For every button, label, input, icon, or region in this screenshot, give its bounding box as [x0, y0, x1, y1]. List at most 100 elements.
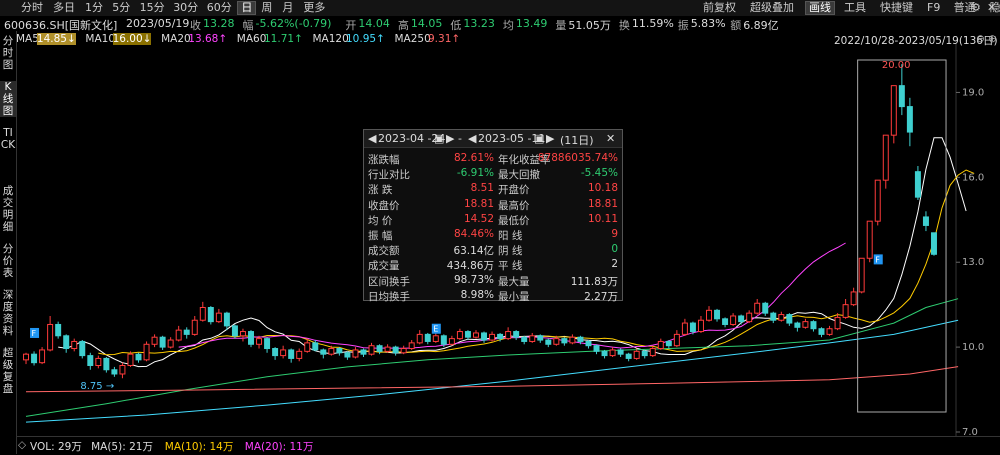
candle-body: [183, 329, 190, 335]
quote-label: 振: [677, 19, 689, 32]
quote-date: 2023/05/19: [126, 17, 190, 30]
candle: [167, 337, 174, 349]
candle: [513, 330, 520, 341]
stat-value: 0: [611, 243, 618, 256]
toolbar-button[interactable]: 超级叠加: [747, 1, 797, 15]
period-tab[interactable]: 月: [279, 1, 296, 15]
candle: [239, 328, 246, 342]
close-icon[interactable]: ✕: [984, 1, 999, 15]
candle: [810, 320, 817, 332]
toolbar-button[interactable]: 工具: [841, 1, 869, 15]
stat-value: 63.14亿: [453, 245, 494, 258]
candle: [818, 327, 825, 338]
side-tab[interactable]: K线图: [0, 81, 16, 117]
stat-value: 434.86万: [446, 260, 494, 273]
period-tab[interactable]: 60分: [204, 1, 235, 15]
settings-icon[interactable]: ⚙: [968, 1, 984, 15]
candle-body: [296, 350, 303, 359]
calendar-icon[interactable]: ▣: [434, 132, 444, 145]
period-tab[interactable]: 多日: [50, 1, 78, 15]
calendar-icon[interactable]: ▣: [534, 132, 544, 145]
stat-value: -6.91%: [456, 167, 494, 180]
stats-row: 涨跌幅 82.61% 年化收益率 87886035.74%: [364, 152, 622, 166]
candle-body: [866, 220, 873, 259]
side-tab[interactable]: 成交明细: [0, 185, 16, 233]
stock-code-name[interactable]: 600636.SH[国新文化]: [4, 17, 117, 33]
close-icon[interactable]: ✕: [606, 132, 615, 145]
stat-label: 收盘价: [368, 199, 400, 212]
candle-body: [79, 340, 86, 357]
candle: [384, 344, 391, 353]
quote-label: 开: [345, 19, 357, 32]
quote-value: 13.49: [515, 17, 548, 30]
side-tab[interactable]: 分价表: [0, 243, 16, 279]
candle: [601, 349, 608, 359]
period-tab[interactable]: 日: [237, 1, 257, 15]
candle-body: [505, 331, 512, 340]
candle-body: [336, 348, 343, 354]
toolbar-button[interactable]: 快捷键: [877, 1, 916, 15]
period-tab[interactable]: 15分: [137, 1, 168, 15]
toolbar-button[interactable]: 前复权: [700, 1, 739, 15]
quote-label: 换: [618, 19, 630, 32]
stat-value: 18.81: [463, 197, 494, 210]
candle: [657, 338, 664, 350]
period-tab[interactable]: 1分: [82, 1, 106, 15]
candle-body: [71, 340, 78, 350]
stat-value: 9: [611, 228, 618, 240]
period-tab[interactable]: 30分: [170, 1, 201, 15]
side-tab[interactable]: 超级复盘: [0, 347, 16, 395]
next-end-icon[interactable]: ▶: [546, 132, 554, 145]
candle: [850, 287, 857, 307]
candle: [898, 64, 905, 116]
candle: [288, 348, 295, 363]
side-tab[interactable]: 深度资料: [0, 289, 16, 337]
range-dash: -: [458, 132, 462, 145]
candle: [874, 179, 881, 226]
prev-end-icon[interactable]: ◀: [468, 132, 476, 145]
candle: [697, 315, 704, 333]
candle-body: [778, 314, 785, 321]
y-tick-label: 19.0: [962, 87, 984, 98]
stat-label: 涨 跌: [368, 184, 393, 197]
candle: [922, 211, 929, 232]
candle-body: [521, 336, 528, 342]
candle-body: [722, 318, 729, 325]
candle: [95, 355, 102, 369]
side-tab[interactable]: 分时图: [0, 35, 16, 71]
candle: [770, 311, 777, 324]
volume-legend: ◇ VOL: 29万 MA(5): 21万 MA(10): 14万 MA(20): 1…: [16, 436, 1000, 455]
period-tab[interactable]: 分时: [18, 1, 46, 15]
candle-body: [304, 342, 311, 352]
y-tick-label: 13.0: [962, 257, 984, 268]
collapse-icon[interactable]: ◇: [18, 439, 26, 451]
next-start-icon[interactable]: ▶: [446, 132, 454, 145]
candle-body: [593, 345, 600, 352]
period-tab[interactable]: 5分: [109, 1, 133, 15]
candle-body: [826, 328, 833, 335]
candle-body: [464, 331, 471, 338]
candle: [505, 327, 512, 341]
candle: [23, 352, 30, 365]
candle-body: [794, 322, 801, 328]
candle-body: [730, 315, 737, 325]
panel-header: ◀ 2023-04 -24 ▣ ▶ - ◀ 2023-05 -11 ▣ ▶ (1…: [364, 130, 622, 148]
candle-body: [288, 349, 295, 359]
toolbar-button[interactable]: 画线: [805, 1, 835, 15]
candle-body: [143, 343, 150, 361]
stat-value: 111.83万: [570, 275, 618, 288]
candle: [746, 310, 753, 324]
candle: [456, 328, 463, 341]
candle: [673, 330, 680, 348]
period-tab[interactable]: 周: [258, 1, 275, 15]
prev-start-icon[interactable]: ◀: [368, 132, 376, 145]
side-tab[interactable]: TICK: [0, 127, 16, 175]
candle: [175, 325, 182, 342]
candle-body: [424, 333, 431, 342]
stat-value: 18.81: [587, 197, 618, 210]
period-tab[interactable]: 更多: [300, 1, 328, 15]
candle-body: [858, 257, 865, 293]
candle: [183, 327, 190, 339]
candle-body: [103, 357, 110, 371]
toolbar-button[interactable]: F9: [924, 1, 943, 15]
